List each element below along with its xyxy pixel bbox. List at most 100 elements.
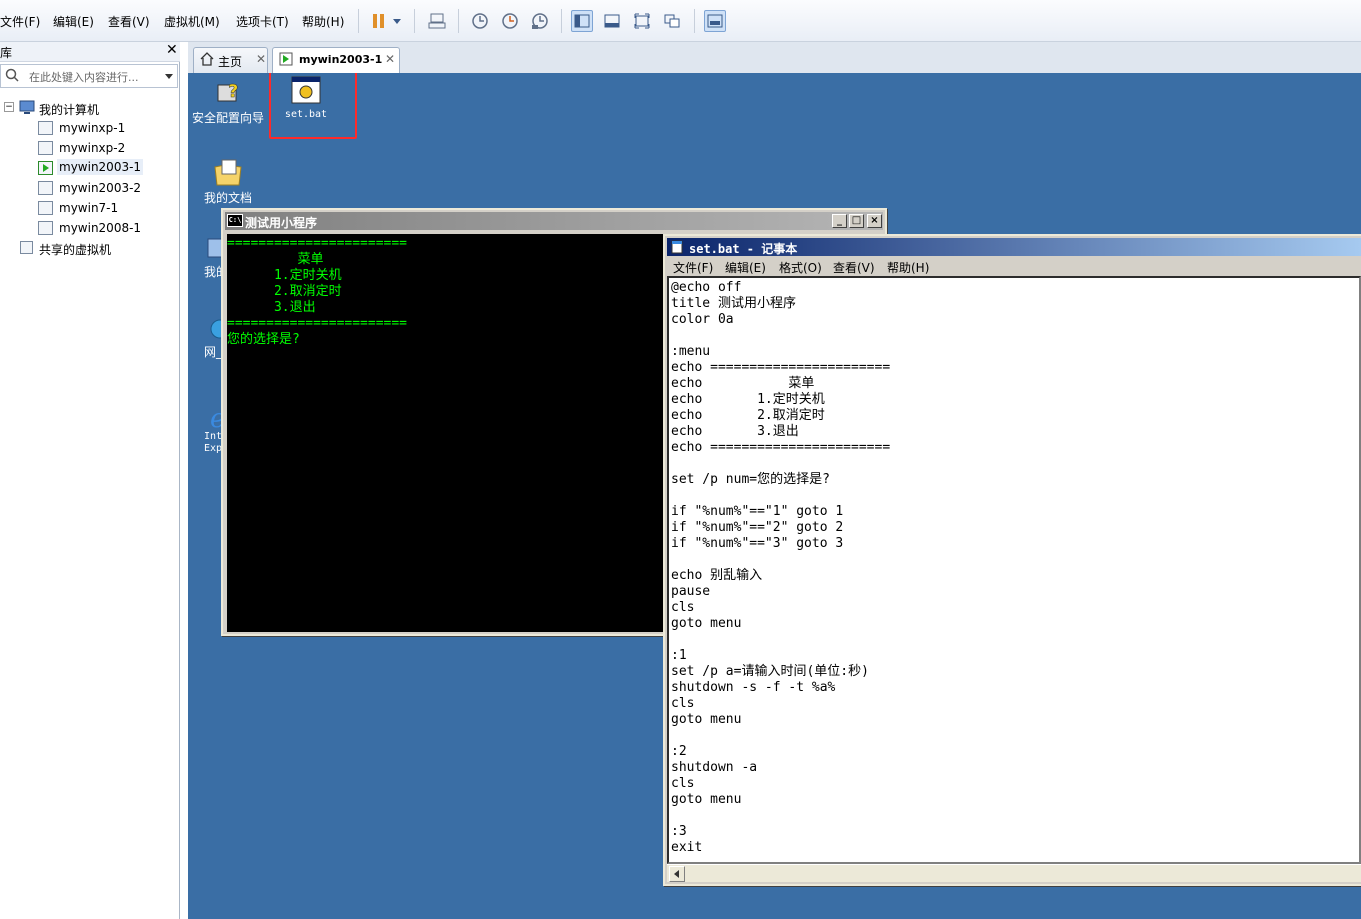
tab-home[interactable]: 主页 ✕ — [193, 47, 268, 73]
chevron-down-icon[interactable] — [165, 69, 174, 83]
menu-edit[interactable]: 编辑(E) — [53, 13, 94, 30]
library-header: 库 ✕ — [0, 42, 180, 62]
menu-tabs[interactable]: 选项卡(T) — [236, 13, 289, 30]
notepad-line — [671, 488, 1359, 504]
vm-icon — [38, 181, 53, 195]
library-title: 库 — [0, 46, 13, 60]
tree-item-vm[interactable]: mywin2003-2 — [0, 178, 178, 198]
notepad-icon — [670, 240, 684, 257]
menu-bar: 文件(F) 编辑(E) 查看(V) 虚拟机(M) 选项卡(T) 帮助(H) — [0, 0, 1361, 42]
tree-item-vm[interactable]: mywin7-1 — [0, 198, 178, 218]
menu-help[interactable]: 帮助(H) — [302, 13, 344, 30]
horizontal-scrollbar[interactable] — [667, 864, 1361, 882]
minimize-button[interactable]: _ — [832, 214, 847, 228]
notepad-menu-format[interactable]: 格式(O) — [779, 259, 822, 276]
notepad-line — [671, 728, 1359, 744]
notepad-line: if "%num%"=="1" goto 1 — [671, 504, 844, 519]
notepad-line: :2 — [671, 744, 687, 759]
pause-icon[interactable] — [368, 10, 390, 32]
tree-label: mywin2008-1 — [59, 221, 142, 235]
tree-item-vm-selected[interactable]: mywin2003-1 — [0, 158, 178, 178]
tree-label: mywin7-1 — [59, 201, 119, 215]
tree-item-vm[interactable]: mywin2008-1 — [0, 218, 178, 238]
tab-vm[interactable]: mywin2003-1 ✕ — [272, 47, 400, 73]
close-icon[interactable]: ✕ — [166, 42, 178, 58]
fullscreen-icon[interactable] — [631, 10, 653, 32]
collapse-toggle-icon[interactable]: − — [4, 102, 14, 112]
dropdown-arrow-icon[interactable] — [390, 10, 404, 32]
notepad-line — [671, 328, 1359, 344]
notepad-line: echo 2.取消定时 — [671, 408, 825, 423]
notepad-line: shutdown -a — [671, 760, 758, 775]
notepad-line: :3 — [671, 824, 687, 839]
notepad-line: exit — [671, 840, 703, 855]
library-view-icon[interactable] — [571, 10, 593, 32]
notepad-line: goto menu — [671, 616, 742, 631]
unity-icon[interactable] — [661, 10, 683, 32]
menu-view[interactable]: 查看(V) — [108, 13, 150, 30]
notepad-line: echo ======================= — [671, 440, 891, 455]
tab-label: 主页 — [218, 55, 243, 69]
tree-label: mywinxp-1 — [59, 121, 126, 135]
highlight-box — [269, 73, 357, 139]
tree-item-shared[interactable]: 共享的虚拟机 — [0, 238, 178, 258]
notepad-titlebar[interactable]: set.bat - 记事本 — [667, 238, 1361, 256]
notepad-line: echo 1.定时关机 — [671, 392, 825, 407]
close-icon[interactable]: ✕ — [256, 52, 266, 66]
tree-root-my-computer[interactable]: − 我的计算机 — [0, 98, 178, 118]
toolbar-separator — [358, 9, 359, 33]
close-icon[interactable]: ✕ — [385, 52, 395, 66]
notepad-line: title 测试用小程序 — [671, 296, 796, 311]
notepad-line — [671, 552, 1359, 568]
vm-icon — [38, 221, 53, 235]
toolbar-separator — [414, 9, 415, 33]
notepad-line: shutdown -s -f -t %a% — [671, 680, 836, 695]
tree-item-vm[interactable]: mywinxp-2 — [0, 138, 178, 158]
vm-running-icon — [38, 161, 53, 175]
desktop-icon-security-wizard[interactable]: ? 安全配置向导 — [188, 77, 268, 126]
toolbar-separator — [694, 9, 695, 33]
search-input[interactable]: 在此处键入内容进行... — [29, 69, 139, 85]
vm-desktop: ? 安全配置向导 set.bat 我的文档 我的 网_ e Int Exp C:… — [188, 73, 1361, 919]
send-keys-icon[interactable] — [426, 10, 448, 32]
library-search-box[interactable]: 在此处键入内容进行... — [0, 64, 178, 88]
svg-text:?: ? — [228, 81, 238, 102]
maximize-button[interactable]: □ — [849, 214, 864, 228]
snapshot-manager-icon[interactable] — [529, 10, 551, 32]
snapshot-icon[interactable] — [469, 10, 491, 32]
notepad-title: set.bat - 记事本 — [689, 242, 798, 256]
security-wizard-icon: ? — [212, 77, 244, 109]
notepad-line: cls — [671, 696, 695, 711]
shared-vms-icon — [20, 241, 33, 254]
notepad-line — [671, 456, 1359, 472]
notepad-menu-bar: 文件(F) 编辑(E) 格式(O) 查看(V) 帮助(H) — [667, 257, 1361, 275]
cmd-titlebar[interactable]: C:\ 测试用小程序 _ □ × — [225, 212, 883, 230]
scroll-left-button[interactable] — [669, 866, 685, 882]
notepad-line: echo 菜单 — [671, 376, 815, 391]
notepad-window[interactable]: set.bat - 记事本 文件(F) 编辑(E) 格式(O) 查看(V) 帮助… — [663, 234, 1361, 886]
menu-vm[interactable]: 虚拟机(M) — [164, 13, 220, 30]
revert-snapshot-icon[interactable] — [499, 10, 521, 32]
notepad-line: if "%num%"=="2" goto 2 — [671, 520, 844, 535]
notepad-text-area[interactable]: @echo off title 测试用小程序 color 0a:menu echo =… — [667, 276, 1361, 864]
tab-label: mywin2003-1 — [299, 53, 383, 66]
notepad-menu-file[interactable]: 文件(F) — [673, 259, 713, 276]
notepad-line: goto menu — [671, 712, 742, 727]
notepad-line: cls — [671, 600, 695, 615]
notepad-line: if "%num%"=="3" goto 3 — [671, 536, 844, 551]
toolbar-separator — [458, 9, 459, 33]
library-panel: 库 ✕ 在此处键入内容进行... − 我的计算机 mywinxp-1 mywin… — [0, 42, 180, 919]
close-button[interactable]: × — [867, 214, 882, 228]
desktop-icon-my-documents[interactable]: 我的文档 — [188, 157, 268, 206]
tree-label: mywin2003-1 — [57, 159, 144, 175]
menu-file[interactable]: 文件(F) — [0, 13, 40, 30]
vm-icon — [38, 201, 53, 215]
notepad-menu-view[interactable]: 查看(V) — [833, 259, 875, 276]
tree-item-vm[interactable]: mywinxp-1 — [0, 118, 178, 138]
tree-label: 我的计算机 — [39, 103, 100, 117]
thumbnail-icon[interactable] — [704, 10, 726, 32]
notepad-line: :menu — [671, 344, 711, 359]
console-view-icon[interactable] — [601, 10, 623, 32]
notepad-menu-edit[interactable]: 编辑(E) — [725, 259, 766, 276]
notepad-menu-help[interactable]: 帮助(H) — [887, 259, 929, 276]
